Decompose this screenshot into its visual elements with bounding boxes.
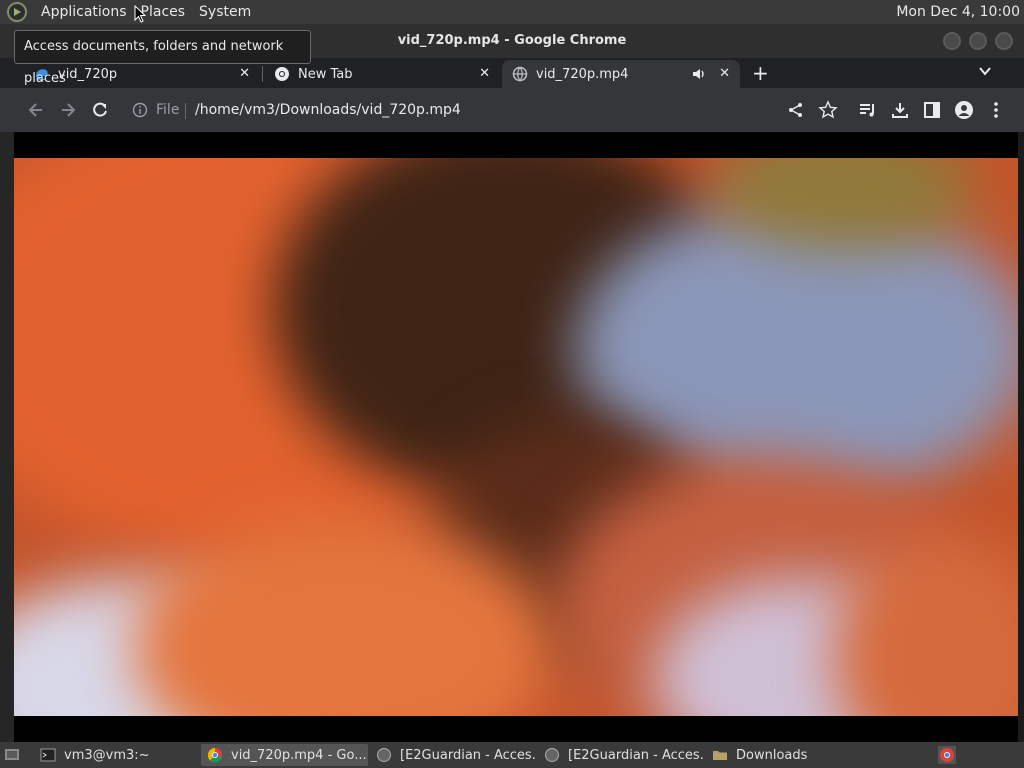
close-tab-icon[interactable]: ✕ xyxy=(239,66,250,81)
taskbar-item-chrome[interactable]: vid_720p.mp4 - Go... xyxy=(201,744,368,766)
page-content xyxy=(14,132,1018,742)
taskbar-item-e2guardian-2[interactable]: [E2Guardian - Acces... xyxy=(538,744,704,766)
address-bar[interactable]: File /home/vm3/Downloads/vid_720p.mp4 xyxy=(124,94,774,126)
bottom-taskbar: vm3@vm3:~ vid_720p.mp4 - Go... [E2Guardi… xyxy=(0,742,1024,768)
mouse-cursor-icon xyxy=(134,5,146,23)
omnibox-divider xyxy=(185,103,186,119)
menu-system[interactable]: System xyxy=(192,0,258,24)
side-panel-icon[interactable] xyxy=(922,100,942,120)
share-icon[interactable] xyxy=(786,100,806,120)
reload-icon[interactable] xyxy=(90,100,110,120)
back-arrow-icon[interactable] xyxy=(26,100,46,120)
taskbar-item-label: Downloads xyxy=(736,747,808,763)
media-controls-icon[interactable] xyxy=(858,100,878,120)
close-tab-icon[interactable]: ✕ xyxy=(719,66,730,81)
tab-vid-720p-mp4[interactable]: vid_720p.mp4 ✕ xyxy=(502,60,740,88)
forward-arrow-icon[interactable] xyxy=(58,100,78,120)
close-window-button[interactable] xyxy=(995,32,1013,50)
download-icon[interactable] xyxy=(890,100,910,120)
chrome-icon xyxy=(275,67,289,81)
url-text[interactable]: /home/vm3/Downloads/vid_720p.mp4 xyxy=(195,94,461,126)
url-scheme-label: File xyxy=(156,102,180,118)
taskbar-item-label: vid_720p.mp4 - Go... xyxy=(231,747,367,763)
tab-label: New Tab xyxy=(298,66,353,82)
top-panel: Applications Places System Mon Dec 4, 10… xyxy=(0,0,1024,24)
profile-avatar-icon[interactable] xyxy=(954,100,974,120)
globe-icon xyxy=(512,66,528,82)
chrome-window: vid_720p.mp4 - Google Chrome vid_720p ✕ xyxy=(0,24,1024,742)
chrome-icon xyxy=(207,748,222,763)
places-tooltip: Access documents, folders and network pl… xyxy=(14,30,311,86)
globe-icon xyxy=(377,748,391,762)
bookmark-star-icon[interactable] xyxy=(818,100,838,120)
chevron-down-icon[interactable] xyxy=(978,64,992,78)
audio-playing-icon[interactable] xyxy=(692,67,706,81)
show-desktop-icon[interactable] xyxy=(4,747,20,763)
taskbar-item-label: vm3@vm3:~ xyxy=(64,747,150,763)
distro-logo-icon[interactable] xyxy=(6,1,28,23)
taskbar-item-terminal[interactable]: vm3@vm3:~ xyxy=(34,744,199,766)
taskbar-item-downloads[interactable]: Downloads xyxy=(706,744,872,766)
minimize-button[interactable] xyxy=(943,32,961,50)
chrome-tray-icon[interactable] xyxy=(938,746,956,764)
close-tab-icon[interactable]: ✕ xyxy=(479,66,490,81)
taskbar-item-label: [E2Guardian - Acces... xyxy=(400,747,536,763)
menu-applications[interactable]: Applications xyxy=(34,0,134,24)
taskbar-item-e2guardian-1[interactable]: [E2Guardian - Acces... xyxy=(370,744,536,766)
video-player[interactable] xyxy=(14,158,1018,716)
new-tab-button[interactable]: + xyxy=(752,62,769,84)
tab-label: vid_720p xyxy=(58,66,118,82)
desktop: Applications Places System Mon Dec 4, 10… xyxy=(0,0,1024,768)
maximize-button[interactable] xyxy=(969,32,987,50)
panel-clock[interactable]: Mon Dec 4, 10:00 xyxy=(896,0,1020,24)
kebab-menu-icon[interactable] xyxy=(986,100,1006,120)
browser-toolbar: File /home/vm3/Downloads/vid_720p.mp4 xyxy=(0,88,1024,132)
tab-divider xyxy=(262,66,263,82)
folder-icon xyxy=(713,751,727,760)
tab-new-tab[interactable]: New Tab ✕ xyxy=(264,60,500,88)
terminal-icon xyxy=(40,748,56,762)
globe-icon xyxy=(545,748,559,762)
tab-label: vid_720p.mp4 xyxy=(536,66,629,82)
taskbar-item-label: [E2Guardian - Acces... xyxy=(568,747,704,763)
info-icon[interactable] xyxy=(132,102,148,118)
